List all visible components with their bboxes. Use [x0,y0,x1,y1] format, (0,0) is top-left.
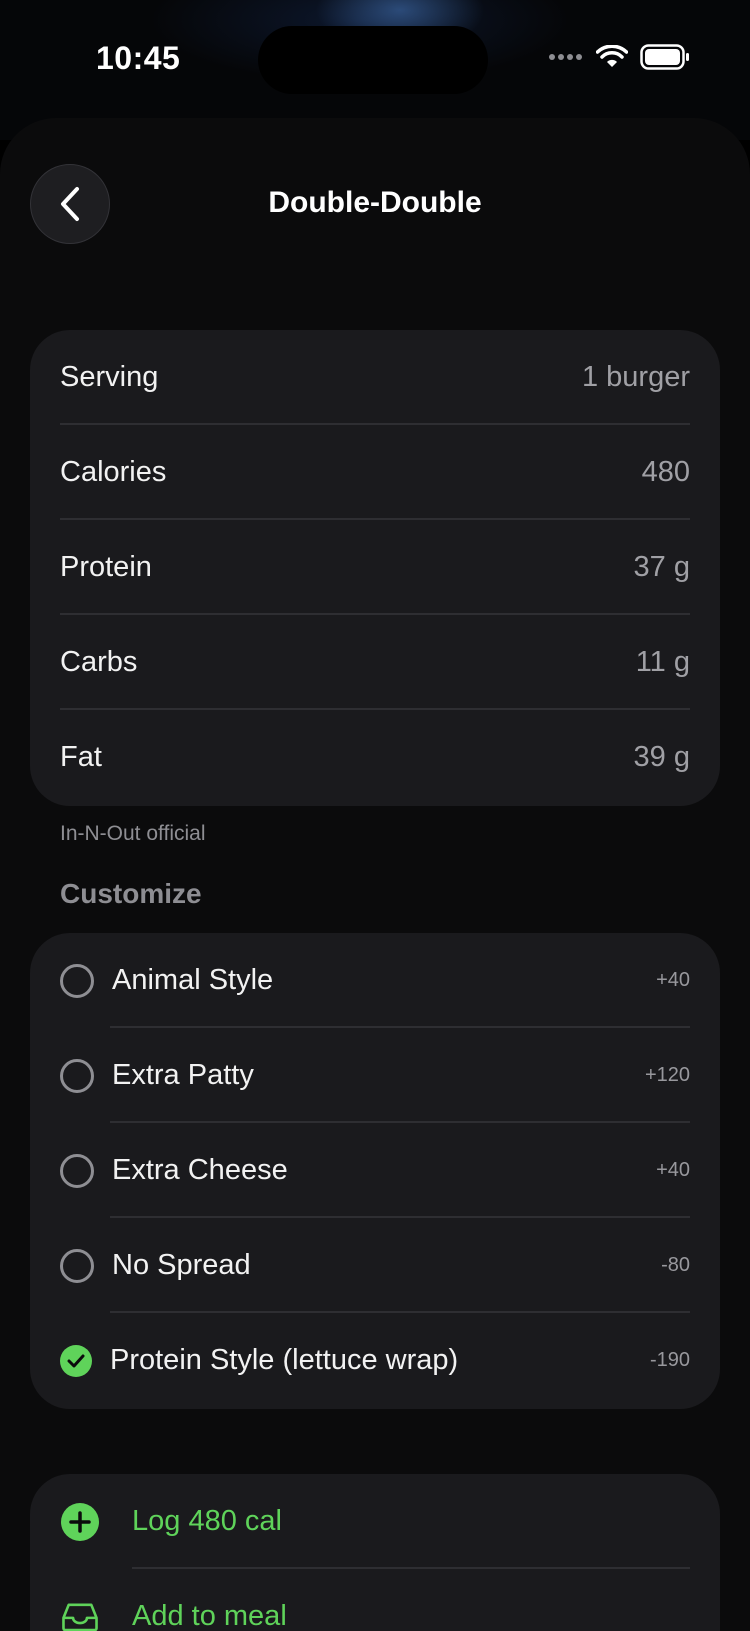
option-label: Extra Cheese [112,1154,288,1186]
nutrition-label: Calories [60,456,167,488]
nutrition-label: Serving [60,361,159,393]
option-calorie-delta: +120 [644,1064,690,1086]
log-calories-label: Log 480 cal [132,1505,282,1537]
wifi-icon [596,45,628,67]
status-bar: 10:45 [0,0,750,120]
nutrition-label: Protein [60,551,152,583]
radio-unchecked-icon[interactable] [60,1248,94,1283]
nutrition-label: Carbs [60,646,138,678]
page-title: Double-Double [268,186,482,219]
nutrition-row-calories: Calories 480 [30,425,720,520]
option-calorie-delta: +40 [656,1159,690,1181]
option-label: Animal Style [112,964,274,996]
option-animal-style[interactable]: Animal Style +40 [30,933,720,1028]
option-calorie-delta: -80 [661,1254,690,1276]
nutrition-row-fat: Fat 39 g [30,710,720,805]
source-note: In-N-Out official [60,822,206,845]
cellular-signal-icon [549,54,582,60]
plus-circle-icon [60,1502,100,1542]
nutrition-row-serving: Serving 1 burger [30,330,720,425]
actions-card: Log 480 cal Add to meal [30,1474,720,1631]
tray-icon [60,1597,100,1631]
option-extra-patty[interactable]: Extra Patty +120 [30,1028,720,1123]
nutrition-row-carbs: Carbs 11 g [30,615,720,710]
status-icons [548,44,690,70]
log-calories-button[interactable]: Log 480 cal [30,1474,720,1569]
option-extra-cheese[interactable]: Extra Cheese +40 [30,1123,720,1218]
nutrition-label: Fat [60,741,102,773]
nutrition-value: 480 [641,456,690,488]
option-calorie-delta: +40 [656,969,690,991]
option-protein-style[interactable]: Protein Style (lettuce wrap) -190 [30,1313,720,1408]
radio-unchecked-icon[interactable] [60,1058,94,1093]
nutrition-value: 37 g [633,551,690,583]
status-time: 10:45 [96,40,181,76]
dynamic-island [258,26,488,94]
option-calorie-delta: -190 [649,1349,690,1371]
nutrition-value: 39 g [633,741,690,773]
option-label: Protein Style (lettuce wrap) [110,1344,459,1376]
nutrition-row-protein: Protein 37 g [30,520,720,615]
customize-header: Customize [60,878,202,909]
screen: 10:45 Double-Double Serving 1 burger Cal… [0,0,750,1631]
add-to-meal-label: Add to meal [132,1600,287,1631]
add-to-meal-button[interactable]: Add to meal [30,1569,720,1631]
radio-unchecked-icon[interactable] [60,963,94,998]
checkmark-circle-icon[interactable] [60,1344,92,1377]
battery-icon [640,44,689,70]
option-label: No Spread [112,1249,251,1281]
option-label: Extra Patty [112,1059,254,1091]
radio-unchecked-icon[interactable] [60,1153,94,1188]
nutrition-card: Serving 1 burger Calories 480 Protein 37… [30,330,720,806]
option-no-spread[interactable]: No Spread -80 [30,1218,720,1313]
customize-card: Animal Style +40 Extra Patty +120 Extra … [30,933,720,1409]
nutrition-value: 1 burger [581,361,690,393]
nutrition-value: 11 g [635,646,690,678]
